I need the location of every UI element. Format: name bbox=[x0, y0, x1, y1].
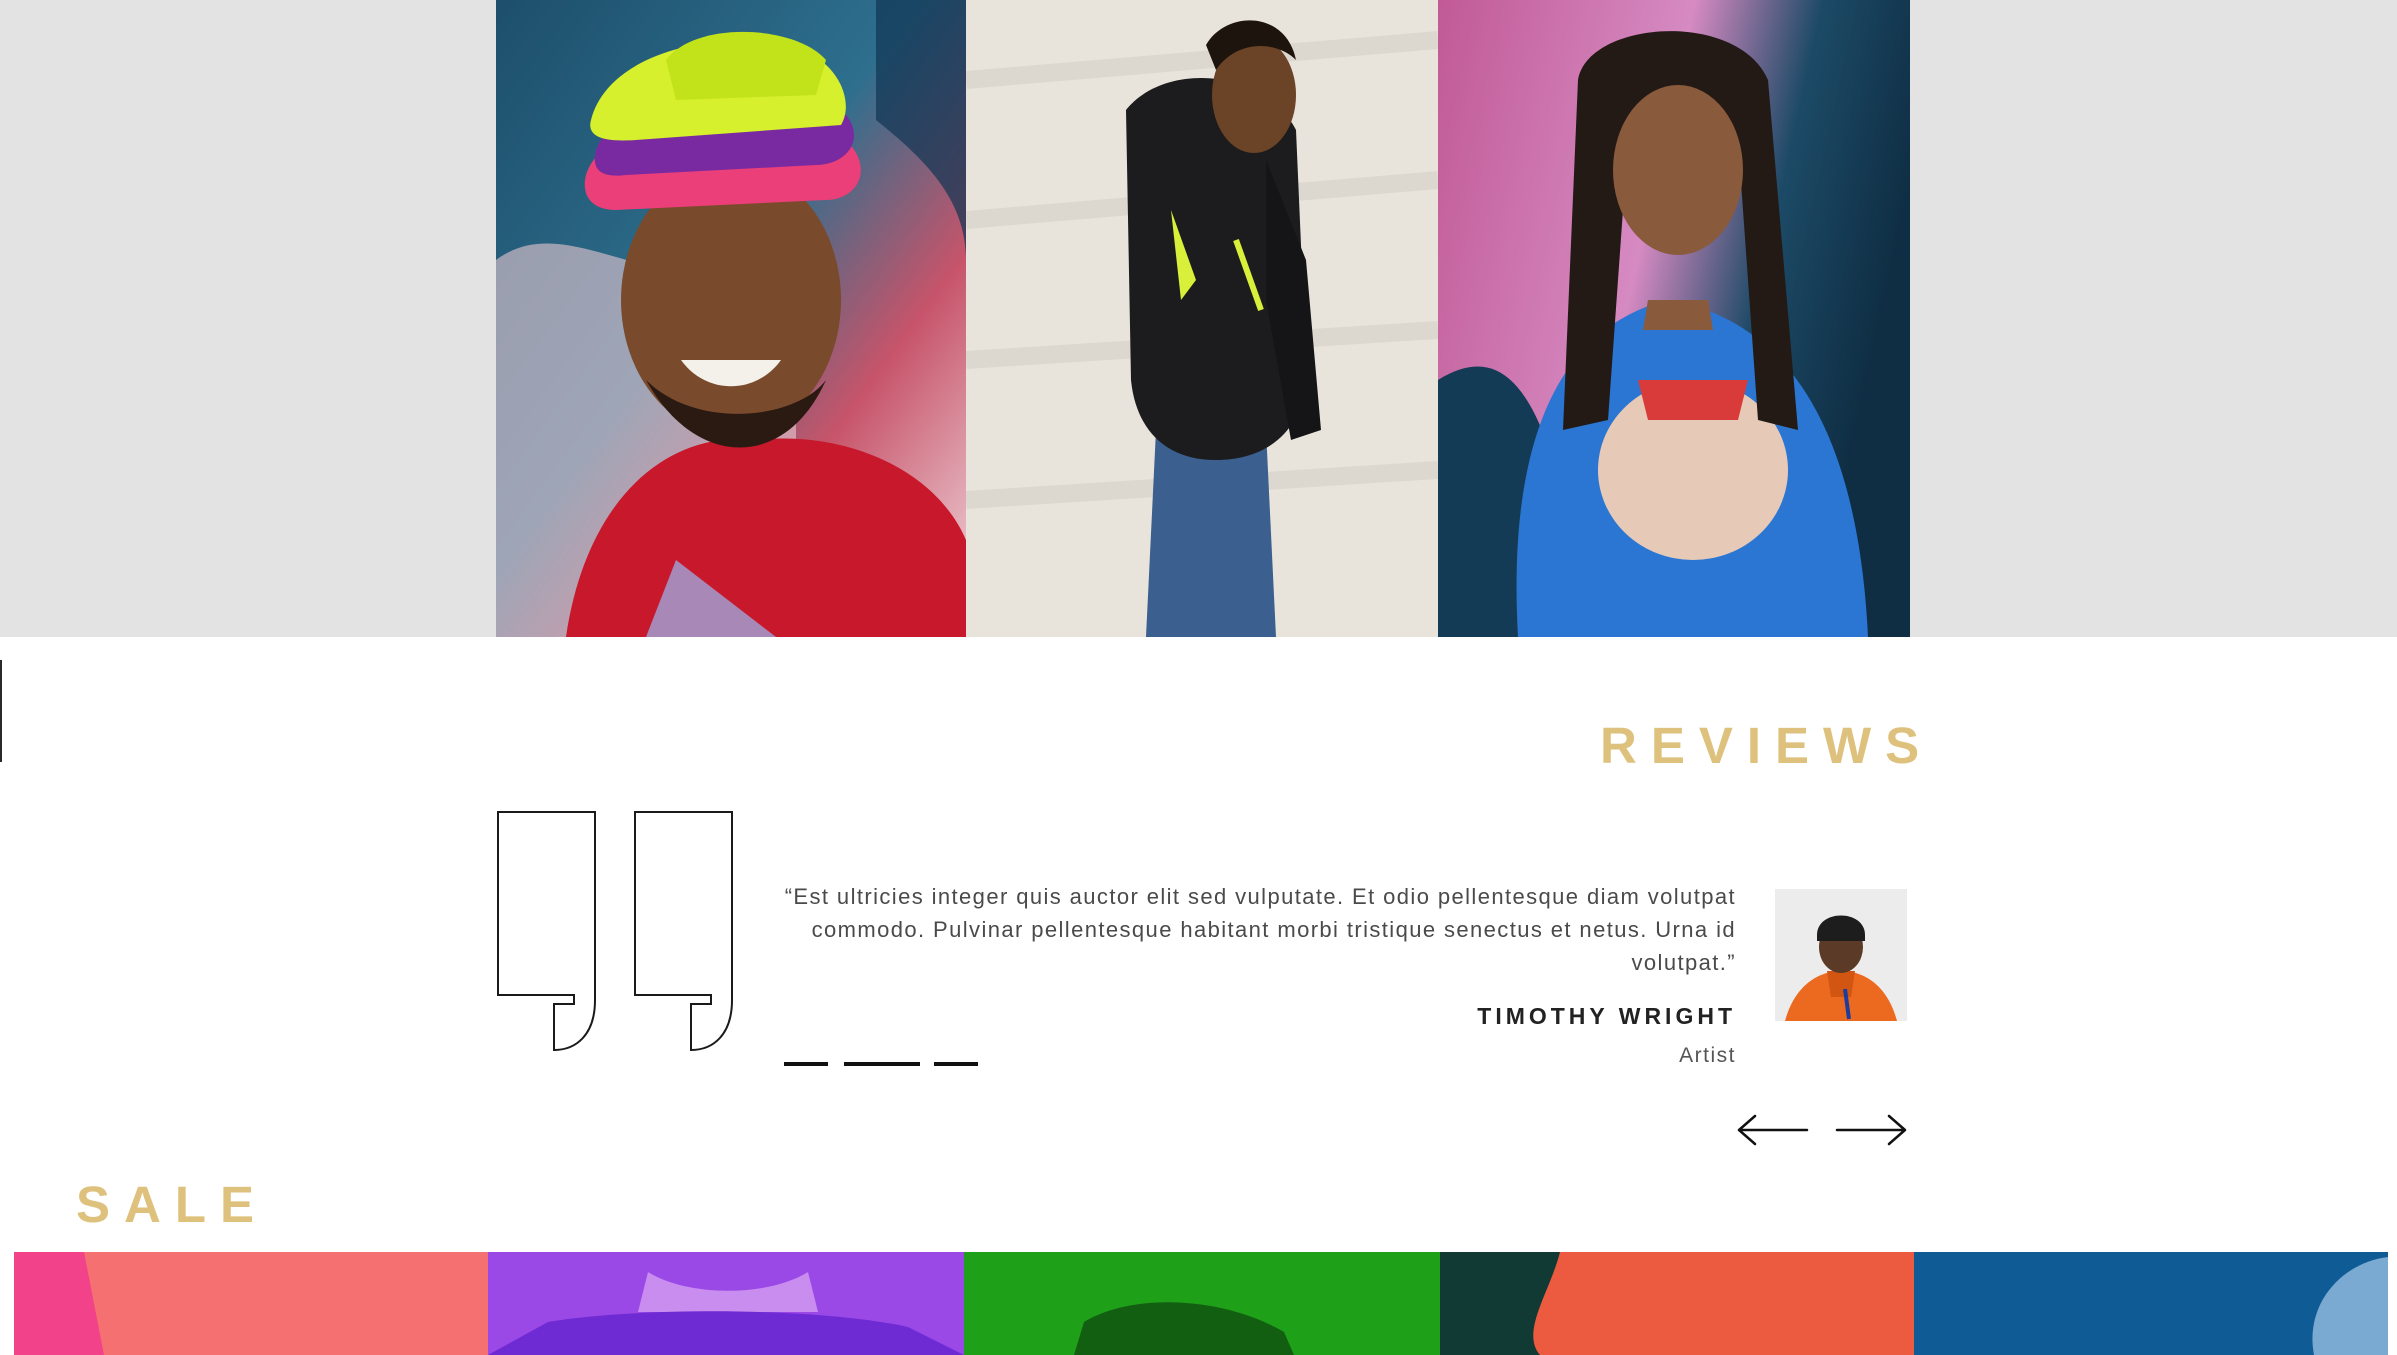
left-edge-divider bbox=[0, 660, 2, 762]
gallery-photo-hat-stack[interactable] bbox=[496, 0, 966, 637]
review-quote-text: “Est ultricies integer quis auctor elit … bbox=[784, 884, 1736, 975]
gallery-photo-black-hoodie[interactable] bbox=[966, 0, 1438, 637]
reviewer-avatar bbox=[1775, 889, 1907, 1021]
reviewer-role: Artist bbox=[1679, 1044, 1736, 1067]
pagination-dash-2[interactable] bbox=[844, 1062, 920, 1066]
sale-product-strip bbox=[14, 1252, 2388, 1355]
reviewer-name: TIMOTHY WRIGHT bbox=[1477, 1003, 1736, 1029]
sale-tile-green[interactable] bbox=[964, 1252, 1440, 1355]
sale-heading: SALE bbox=[76, 1176, 269, 1233]
review-next-button[interactable] bbox=[1835, 1110, 1909, 1150]
arrow-left-icon bbox=[1737, 1114, 1809, 1146]
quote-mark-icon bbox=[496, 810, 738, 1055]
reviews-heading: REVIEWS bbox=[1600, 717, 1934, 774]
sale-tile-purple[interactable] bbox=[488, 1252, 964, 1355]
review-prev-button[interactable] bbox=[1735, 1110, 1809, 1150]
pagination-dash-1[interactable] bbox=[784, 1062, 828, 1066]
gallery-photo-blue-tee[interactable] bbox=[1438, 0, 1910, 637]
sale-tile-orange[interactable] bbox=[1440, 1252, 1914, 1355]
sale-tile-pink[interactable] bbox=[14, 1252, 488, 1355]
arrow-right-icon bbox=[1835, 1114, 1907, 1146]
pagination-dash-3[interactable] bbox=[934, 1062, 978, 1066]
sale-tile-blue[interactable] bbox=[1914, 1252, 2388, 1355]
